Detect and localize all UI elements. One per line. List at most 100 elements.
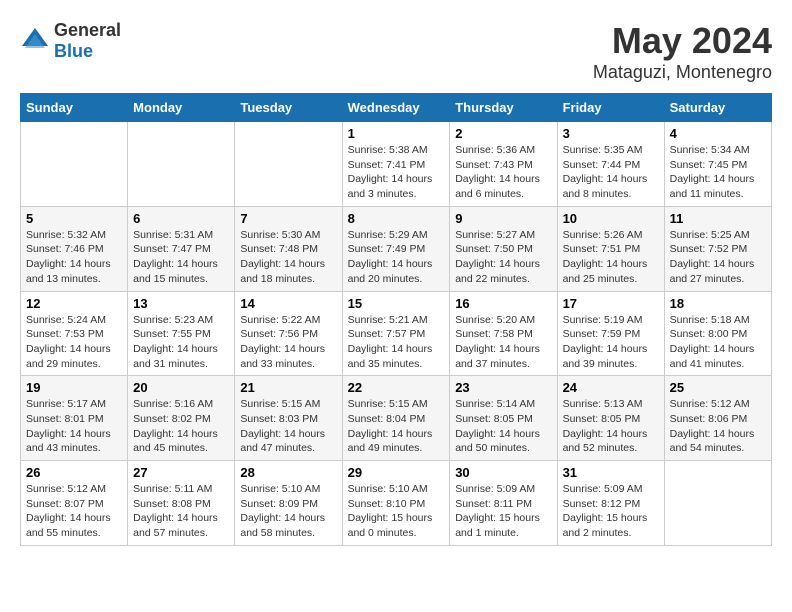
calendar-cell: 19 Sunrise: 5:17 AMSunset: 8:01 PMDayligh…: [21, 376, 128, 461]
day-info: Sunrise: 5:25 AMSunset: 7:52 PMDaylight:…: [670, 228, 766, 287]
day-number: 20: [133, 380, 229, 395]
day-info: Sunrise: 5:20 AMSunset: 7:58 PMDaylight:…: [455, 313, 551, 372]
weekday-header-wednesday: Wednesday: [342, 94, 450, 122]
day-number: 30: [455, 465, 551, 480]
calendar-cell: 20 Sunrise: 5:16 AMSunset: 8:02 PMDayligh…: [128, 376, 235, 461]
calendar-cell: [235, 122, 342, 207]
logo-icon: [20, 26, 50, 56]
calendar-cell: 10 Sunrise: 5:26 AMSunset: 7:51 PMDayligh…: [557, 206, 664, 291]
calendar-cell: 1Sunrise: 5:38 AMSunset: 7:41 PMDaylight…: [342, 122, 450, 207]
calendar-cell: 25 Sunrise: 5:12 AMSunset: 8:06 PMDayligh…: [664, 376, 771, 461]
day-info: Sunrise: 5:10 AMSunset: 8:10 PMDaylight:…: [348, 482, 445, 541]
day-info: Sunrise: 5:34 AMSunset: 7:45 PMDaylight:…: [670, 143, 766, 202]
day-number: 7: [240, 211, 336, 226]
day-info: Sunrise: 5:22 AMSunset: 7:56 PMDaylight:…: [240, 313, 336, 372]
calendar-cell: 18 Sunrise: 5:18 AMSunset: 8:00 PMDayligh…: [664, 291, 771, 376]
day-info: Sunrise: 5:23 AMSunset: 7:55 PMDaylight:…: [133, 313, 229, 372]
day-info: Sunrise: 5:17 AMSunset: 8:01 PMDaylight:…: [26, 397, 122, 456]
weekday-header-row: SundayMondayTuesdayWednesdayThursdayFrid…: [21, 94, 772, 122]
calendar-cell: 3 Sunrise: 5:35 AMSunset: 7:44 PMDaylight…: [557, 122, 664, 207]
day-number: 26: [26, 465, 122, 480]
weekday-header-thursday: Thursday: [450, 94, 557, 122]
day-number: 19: [26, 380, 122, 395]
logo-blue: Blue: [54, 41, 93, 61]
day-info: Sunrise: 5:13 AMSunset: 8:05 PMDaylight:…: [563, 397, 659, 456]
calendar-cell: 7 Sunrise: 5:30 AMSunset: 7:48 PMDaylight…: [235, 206, 342, 291]
day-number: 23: [455, 380, 551, 395]
calendar-cell: 8 Sunrise: 5:29 AMSunset: 7:49 PMDaylight…: [342, 206, 450, 291]
day-info: Sunrise: 5:36 AMSunset: 7:43 PMDaylight:…: [455, 143, 551, 202]
week-row-4: 19 Sunrise: 5:17 AMSunset: 8:01 PMDayligh…: [21, 376, 772, 461]
calendar-cell: [21, 122, 128, 207]
week-row-1: 1Sunrise: 5:38 AMSunset: 7:41 PMDaylight…: [21, 122, 772, 207]
page-header: General Blue May 2024 Mataguzi, Monteneg…: [20, 20, 772, 83]
calendar-cell: 24Sunrise: 5:13 AMSunset: 8:05 PMDayligh…: [557, 376, 664, 461]
calendar-cell: 29 Sunrise: 5:10 AMSunset: 8:10 PMDayligh…: [342, 461, 450, 546]
day-number: 22: [348, 380, 445, 395]
day-info: Sunrise: 5:15 AMSunset: 8:03 PMDaylight:…: [240, 397, 336, 456]
week-row-2: 5Sunrise: 5:32 AMSunset: 7:46 PMDaylight…: [21, 206, 772, 291]
day-number: 15: [348, 296, 445, 311]
day-number: 8: [348, 211, 445, 226]
day-number: 21: [240, 380, 336, 395]
day-number: 18: [670, 296, 766, 311]
day-info: Sunrise: 5:11 AMSunset: 8:08 PMDaylight:…: [133, 482, 229, 541]
day-number: 16: [455, 296, 551, 311]
day-number: 14: [240, 296, 336, 311]
day-info: Sunrise: 5:30 AMSunset: 7:48 PMDaylight:…: [240, 228, 336, 287]
weekday-header-saturday: Saturday: [664, 94, 771, 122]
day-info: Sunrise: 5:18 AMSunset: 8:00 PMDaylight:…: [670, 313, 766, 372]
calendar-cell: 26 Sunrise: 5:12 AMSunset: 8:07 PMDayligh…: [21, 461, 128, 546]
calendar-cell: 30 Sunrise: 5:09 AMSunset: 8:11 PMDayligh…: [450, 461, 557, 546]
day-number: 25: [670, 380, 766, 395]
logo: General Blue: [20, 20, 121, 62]
calendar-cell: 4 Sunrise: 5:34 AMSunset: 7:45 PMDaylight…: [664, 122, 771, 207]
day-info: Sunrise: 5:35 AMSunset: 7:44 PMDaylight:…: [563, 143, 659, 202]
day-info: Sunrise: 5:16 AMSunset: 8:02 PMDaylight:…: [133, 397, 229, 456]
day-number: 28: [240, 465, 336, 480]
weekday-header-sunday: Sunday: [21, 94, 128, 122]
title-block: May 2024 Mataguzi, Montenegro: [593, 20, 772, 83]
calendar-cell: 12 Sunrise: 5:24 AMSunset: 7:53 PMDayligh…: [21, 291, 128, 376]
month-title: May 2024: [593, 20, 772, 62]
calendar-cell: 21 Sunrise: 5:15 AMSunset: 8:03 PMDayligh…: [235, 376, 342, 461]
day-number: 27: [133, 465, 229, 480]
calendar-cell: [128, 122, 235, 207]
day-number: 10: [563, 211, 659, 226]
calendar-cell: 14 Sunrise: 5:22 AMSunset: 7:56 PMDayligh…: [235, 291, 342, 376]
weekday-header-tuesday: Tuesday: [235, 94, 342, 122]
calendar-cell: 13Sunrise: 5:23 AMSunset: 7:55 PMDayligh…: [128, 291, 235, 376]
day-number: 4: [670, 126, 766, 141]
day-info: Sunrise: 5:31 AMSunset: 7:47 PMDaylight:…: [133, 228, 229, 287]
day-number: 6: [133, 211, 229, 226]
day-info: Sunrise: 5:10 AMSunset: 8:09 PMDaylight:…: [240, 482, 336, 541]
day-info: Sunrise: 5:12 AMSunset: 8:06 PMDaylight:…: [670, 397, 766, 456]
day-info: Sunrise: 5:21 AMSunset: 7:57 PMDaylight:…: [348, 313, 445, 372]
day-number: 31: [563, 465, 659, 480]
day-info: Sunrise: 5:29 AMSunset: 7:49 PMDaylight:…: [348, 228, 445, 287]
calendar-cell: [664, 461, 771, 546]
day-number: 9: [455, 211, 551, 226]
day-number: 17: [563, 296, 659, 311]
day-info: Sunrise: 5:24 AMSunset: 7:53 PMDaylight:…: [26, 313, 122, 372]
day-number: 29: [348, 465, 445, 480]
day-number: 12: [26, 296, 122, 311]
day-number: 3: [563, 126, 659, 141]
location-title: Mataguzi, Montenegro: [593, 62, 772, 83]
calendar-cell: 11Sunrise: 5:25 AMSunset: 7:52 PMDayligh…: [664, 206, 771, 291]
day-info: Sunrise: 5:26 AMSunset: 7:51 PMDaylight:…: [563, 228, 659, 287]
calendar-cell: 5Sunrise: 5:32 AMSunset: 7:46 PMDaylight…: [21, 206, 128, 291]
weekday-header-monday: Monday: [128, 94, 235, 122]
logo-text: General Blue: [54, 20, 121, 62]
calendar-table: SundayMondayTuesdayWednesdayThursdayFrid…: [20, 93, 772, 546]
calendar-cell: 27 Sunrise: 5:11 AMSunset: 8:08 PMDayligh…: [128, 461, 235, 546]
calendar-cell: 16 Sunrise: 5:20 AMSunset: 7:58 PMDayligh…: [450, 291, 557, 376]
day-info: Sunrise: 5:09 AMSunset: 8:11 PMDaylight:…: [455, 482, 551, 541]
weekday-header-friday: Friday: [557, 94, 664, 122]
day-info: Sunrise: 5:12 AMSunset: 8:07 PMDaylight:…: [26, 482, 122, 541]
day-info: Sunrise: 5:14 AMSunset: 8:05 PMDaylight:…: [455, 397, 551, 456]
calendar-cell: 9Sunrise: 5:27 AMSunset: 7:50 PMDaylight…: [450, 206, 557, 291]
day-info: Sunrise: 5:19 AMSunset: 7:59 PMDaylight:…: [563, 313, 659, 372]
calendar-cell: 2Sunrise: 5:36 AMSunset: 7:43 PMDaylight…: [450, 122, 557, 207]
day-number: 5: [26, 211, 122, 226]
